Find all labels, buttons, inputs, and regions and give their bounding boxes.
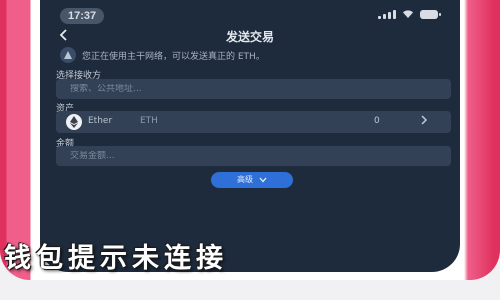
overlay-caption: 钱包提示未连接: [4, 243, 228, 274]
asset-balance: 0: [374, 116, 380, 126]
chevron-down-icon: [259, 177, 267, 183]
ethereum-icon: [66, 114, 82, 130]
notice-text: 您正在使用主干网络，可以发送真正的 ETH。: [82, 51, 265, 62]
status-icons: [378, 9, 441, 19]
app-screen: 17:37 发送交易 您正在使用主干网络，可以发送真正的 ETH。 选择接收方: [40, 0, 460, 272]
advanced-button-label: 高级: [237, 175, 253, 184]
asset-selector[interactable]: Ether ETH 0: [56, 111, 451, 133]
status-time: 17:37: [60, 8, 105, 24]
asset-symbol: ETH: [140, 116, 158, 126]
chevron-right-icon: [392, 114, 428, 129]
nav-bar: 发送交易: [40, 26, 460, 46]
signal-icon: [378, 9, 396, 19]
amount-field[interactable]: [56, 146, 451, 166]
network-notice: 您正在使用主干网络，可以发送真正的 ETH。: [60, 46, 440, 64]
wifi-icon: [403, 10, 413, 18]
battery-icon: [420, 9, 441, 19]
page-title: 发送交易: [225, 30, 274, 44]
asset-name: Ether: [88, 116, 113, 126]
status-bar: 17:37: [40, 0, 460, 28]
amount-input[interactable]: [56, 151, 430, 161]
advanced-options-button[interactable]: 高级: [211, 172, 293, 188]
info-icon: [60, 47, 76, 63]
recipient-input[interactable]: [56, 84, 430, 94]
recipient-field[interactable]: [56, 79, 451, 99]
